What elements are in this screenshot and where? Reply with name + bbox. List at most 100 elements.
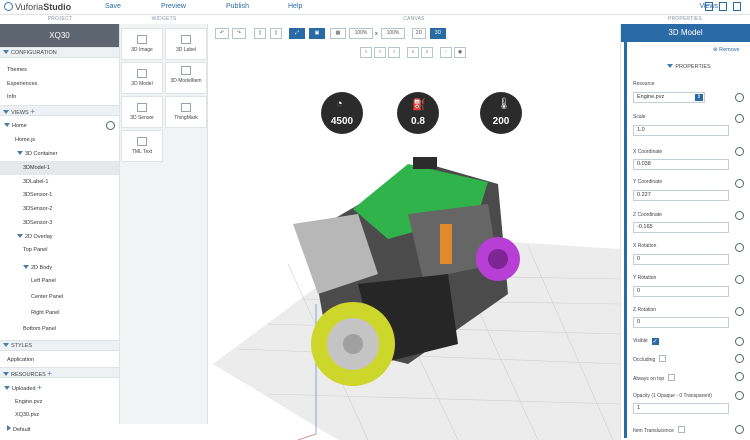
properties-section[interactable]: PROPERTIES: [629, 64, 749, 70]
grid-button[interactable]: ▦: [330, 28, 346, 39]
configuration-section[interactable]: CONFIGURATION: [0, 47, 119, 58]
preview-menu[interactable]: Preview: [161, 3, 186, 10]
y-rotation-bind-radio[interactable]: [735, 275, 744, 284]
z-rotation-label: Z Rotation: [633, 307, 657, 313]
widget-thingmark[interactable]: ThingMark: [165, 96, 207, 128]
zoom-width-field[interactable]: 100%: [349, 28, 373, 39]
resources-section[interactable]: RESOURCES +: [0, 367, 119, 378]
mode-3d-button[interactable]: 3D: [430, 28, 446, 39]
model-icon: [137, 69, 147, 78]
opacity-input[interactable]: 1: [633, 403, 729, 414]
hide-tool[interactable]: ◌: [440, 47, 452, 58]
application-item[interactable]: Application: [7, 356, 34, 364]
visible-checkbox[interactable]: ✓: [651, 338, 659, 345]
properties-scrollbar[interactable]: [624, 42, 627, 438]
bottom-panel-item[interactable]: Bottom Panel: [23, 325, 56, 333]
layout-split-icon[interactable]: [705, 2, 713, 11]
y-coordinate-bind-radio[interactable]: [735, 179, 744, 188]
thermometer-icon: 🌡: [497, 98, 511, 110]
visible-bind-radio[interactable]: [735, 337, 744, 346]
undo-button[interactable]: ↶: [215, 28, 229, 39]
left-panel-item[interactable]: Left Panel: [31, 277, 56, 285]
always-on-top-checkbox[interactable]: [668, 374, 676, 381]
always-on-top-bind-radio[interactable]: [735, 372, 744, 381]
themes-item[interactable]: Themes: [7, 66, 27, 74]
widget-3d-sensor[interactable]: 3D Sensor: [121, 96, 163, 128]
z-coordinate-input[interactable]: -0.165: [633, 222, 729, 233]
fit-view-button[interactable]: ⤢: [289, 28, 305, 39]
scale-bind-radio[interactable]: [735, 114, 744, 123]
eye-tool[interactable]: ◉: [454, 47, 466, 58]
occluding-bind-radio[interactable]: [735, 354, 744, 363]
xq30-file-item[interactable]: XQ30.pvz: [15, 411, 39, 419]
engine-file-item[interactable]: Engine.pvz: [15, 398, 42, 406]
default-folder[interactable]: Default: [7, 425, 30, 434]
canvas-area[interactable]: ↶ ↷ ▯ ▯ ⤢ ▣ ▦ 100% x 100% 2D 3D ○ ○ ○ ⌕ …: [208, 24, 620, 440]
mode-2d-button[interactable]: 2D: [412, 28, 426, 39]
views-section[interactable]: VIEWS +: [0, 105, 119, 116]
phone-portrait-button[interactable]: ▯: [254, 28, 266, 39]
styles-section[interactable]: STYLES: [0, 340, 119, 351]
always-on-top-row: Always on top: [633, 374, 676, 382]
tree-item-3dsensor-3[interactable]: 3DSensor-3: [23, 219, 52, 227]
z-coordinate-bind-radio[interactable]: [735, 211, 744, 220]
z-rotation-bind-radio[interactable]: [735, 307, 744, 316]
widget-3d-label[interactable]: 3D Label: [165, 28, 207, 60]
zoom-fit-tool[interactable]: ⌕: [407, 47, 419, 58]
z-rotation-input[interactable]: 0: [633, 317, 729, 328]
save-menu[interactable]: Save: [105, 3, 121, 10]
opacity-bind-radio[interactable]: [735, 391, 744, 400]
tree-item-3dsensor-1[interactable]: 3DSensor-1: [23, 191, 52, 199]
widget-3d-image[interactable]: 3D Image: [121, 28, 163, 60]
center-panel-item[interactable]: Center Panel: [31, 293, 63, 301]
x-coordinate-input[interactable]: 0.038: [633, 159, 729, 170]
y-rotation-input[interactable]: 0: [633, 286, 729, 297]
experiences-item[interactable]: Experiences: [7, 80, 37, 88]
tree-item-3dmodel-1[interactable]: 3DModel-1: [23, 164, 50, 172]
3d-container-item[interactable]: 3D Container: [17, 150, 57, 158]
info-item[interactable]: Info: [7, 93, 16, 101]
home-radio[interactable]: [106, 121, 115, 130]
help-menu[interactable]: Help: [288, 3, 302, 10]
x-rotation-input[interactable]: 0: [633, 254, 729, 265]
remove-button[interactable]: ⊗ Remove: [713, 47, 740, 53]
x-coordinate-bind-radio[interactable]: [735, 147, 744, 156]
view-tool-3[interactable]: ○: [388, 47, 400, 58]
widget-3d-modelitem[interactable]: 3D ModelItem: [165, 62, 207, 94]
add-resource-icon[interactable]: +: [47, 369, 52, 378]
occluding-checkbox[interactable]: [659, 355, 667, 362]
project-panel: XQ30 CONFIGURATION Themes Experiences In…: [0, 24, 120, 433]
scale-input[interactable]: 1.0: [633, 125, 729, 136]
home-view[interactable]: Home: [4, 122, 27, 130]
y-coordinate-label: Y Coordinate: [633, 179, 663, 185]
translucence-checkbox[interactable]: [677, 426, 685, 433]
zoom-height-field[interactable]: 100%: [381, 28, 405, 39]
view-tool-2[interactable]: ○: [374, 47, 386, 58]
x-rotation-bind-radio[interactable]: [735, 243, 744, 252]
widget-tml-text[interactable]: TML Text: [121, 130, 163, 162]
home-js-item[interactable]: Home.js: [15, 136, 35, 144]
resource-select[interactable]: Engine.pvz ⇕: [633, 92, 705, 103]
tree-item-3dlabel-1[interactable]: 3DLabel-1: [23, 178, 48, 186]
right-panel-item[interactable]: Right Panel: [31, 309, 59, 317]
canvas-mode-button[interactable]: ▣: [309, 28, 325, 39]
publish-menu[interactable]: Publish: [226, 3, 249, 10]
translucence-bind-radio[interactable]: [735, 425, 744, 434]
layout-single-icon[interactable]: [719, 2, 727, 11]
2d-body-item[interactable]: 2D Body: [23, 264, 52, 272]
redo-button[interactable]: ↷: [232, 28, 246, 39]
view-tool-1[interactable]: ○: [360, 47, 372, 58]
tablet-button[interactable]: ▯: [270, 28, 282, 39]
resource-bind-radio[interactable]: [735, 93, 744, 102]
upload-icon[interactable]: +: [37, 383, 42, 392]
tree-item-3dsensor-2[interactable]: 3DSensor-2: [23, 205, 52, 213]
y-coordinate-input[interactable]: 0.227: [633, 190, 729, 201]
2d-overlay-item[interactable]: 2D Overlay: [17, 233, 53, 241]
translucence-row: Item Translucence: [633, 426, 685, 434]
top-panel-item[interactable]: Top Panel: [23, 246, 47, 254]
add-view-icon[interactable]: +: [30, 107, 35, 116]
layout-wide-icon[interactable]: [733, 2, 741, 11]
widget-3d-model[interactable]: 3D Model: [121, 62, 163, 94]
uploaded-folder[interactable]: Uploaded +: [4, 384, 42, 393]
zoom-selected-tool[interactable]: ⌕: [421, 47, 433, 58]
